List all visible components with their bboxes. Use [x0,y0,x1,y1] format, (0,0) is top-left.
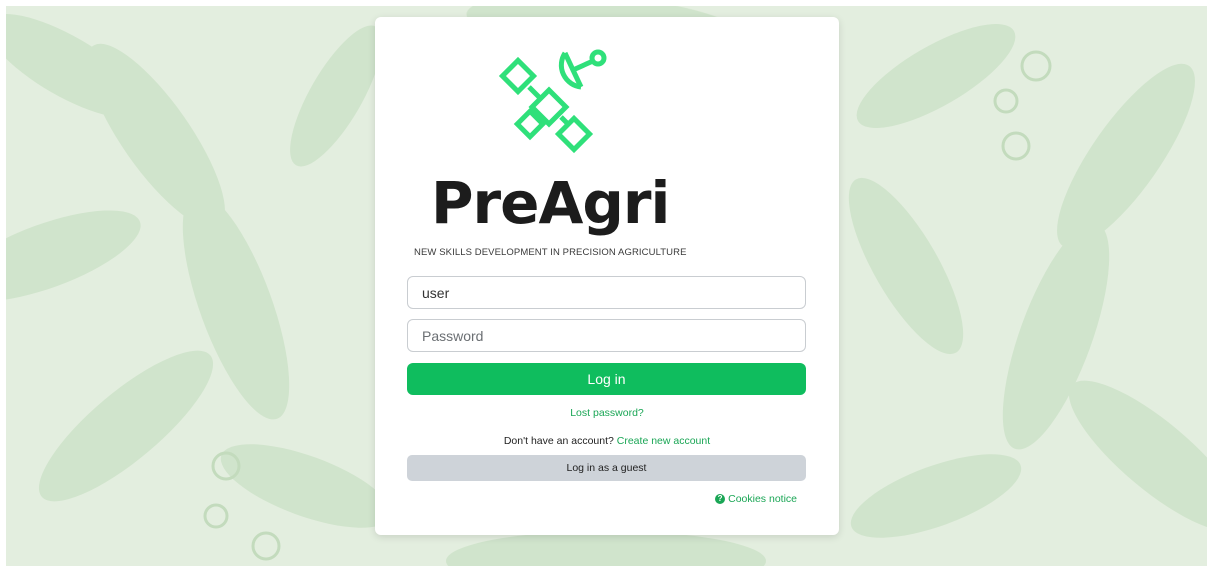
question-circle-icon: ? [715,494,726,504]
password-input[interactable] [407,319,806,352]
cookies-label: Cookies notice [728,493,797,505]
satellite-icon [499,49,607,154]
cookies-notice-link[interactable]: ? Cookies notice [715,493,797,505]
signup-row: Don't have an account? Create new accoun… [375,435,839,447]
login-button[interactable]: Log in [407,363,806,395]
brand-name: PreAgri [431,169,670,237]
create-account-link[interactable]: Create new account [617,435,710,447]
guest-login-button[interactable]: Log in as a guest [407,455,806,481]
username-input[interactable] [407,276,806,309]
login-card: PreAgri NEW SKILLS DEVELOPMENT IN PRECIS… [375,17,839,535]
lost-password-row: Lost password? [375,407,839,419]
brand-tagline: NEW SKILLS DEVELOPMENT IN PRECISION AGRI… [414,247,687,258]
no-account-text: Don't have an account? [503,435,614,447]
lost-password-link[interactable]: Lost password? [570,407,644,419]
